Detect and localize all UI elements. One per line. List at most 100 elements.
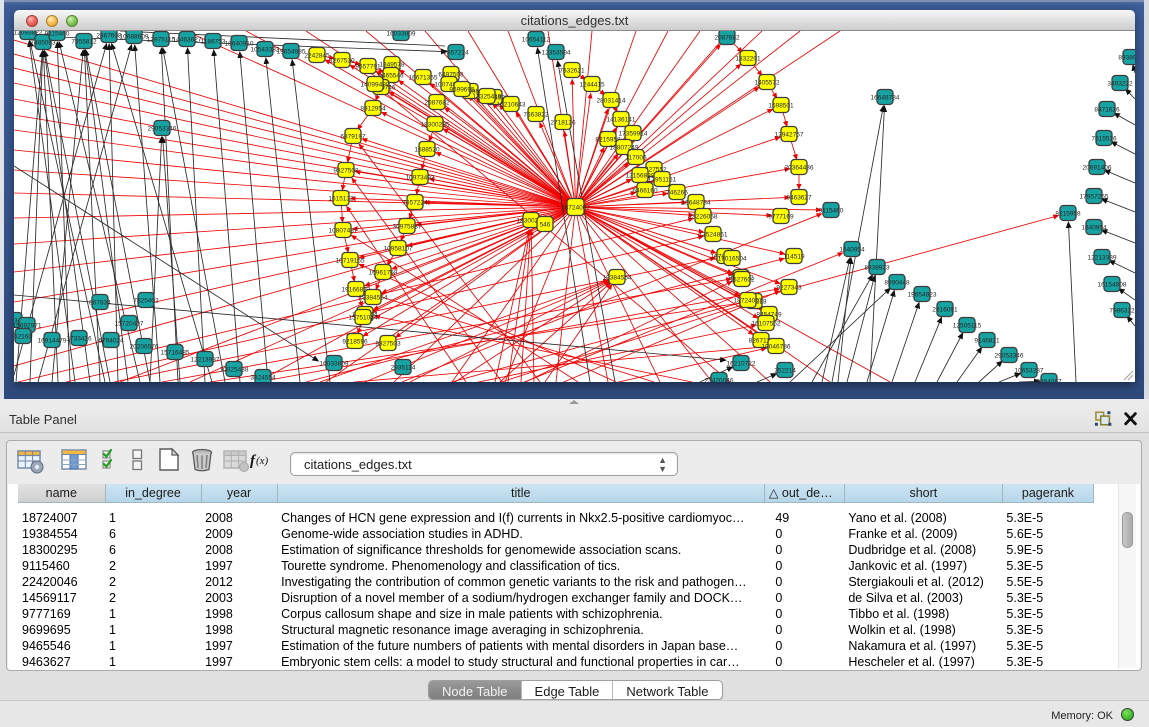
svg-text:8938923: 8938923	[864, 265, 890, 272]
svg-text:10025438: 10025438	[220, 367, 249, 374]
svg-text:9777169: 9777169	[768, 214, 794, 221]
svg-text:1640954: 1640954	[839, 247, 865, 254]
svg-text:16648784: 16648784	[682, 200, 711, 207]
svg-text:16033809: 16033809	[387, 31, 416, 38]
svg-text:13226058: 13226058	[689, 214, 718, 221]
svg-text:10958107: 10958107	[384, 246, 413, 253]
svg-text:7986322: 7986322	[1109, 308, 1135, 315]
svg-text:1615132: 1615132	[328, 196, 354, 203]
svg-text:1640954: 1640954	[1081, 225, 1107, 232]
svg-text:546: 546	[540, 222, 551, 229]
svg-text:1527602: 1527602	[729, 277, 755, 284]
svg-text:8471626: 8471626	[1094, 107, 1120, 114]
svg-text:3824554: 3824554	[250, 375, 276, 382]
svg-text:16107552: 16107552	[752, 321, 781, 328]
svg-text:1244415: 1244415	[579, 82, 605, 89]
svg-text:7955812: 7955812	[71, 39, 97, 46]
svg-text:20206576: 20206576	[130, 344, 159, 351]
svg-text:10807487: 10807487	[329, 228, 358, 235]
svg-text:17957255: 17957255	[1080, 194, 1109, 201]
svg-text:2718126: 2718126	[550, 120, 576, 127]
svg-text:867834: 867834	[89, 300, 111, 307]
svg-text:7857224: 7857224	[443, 50, 469, 57]
svg-text:7515526: 7515526	[1091, 136, 1117, 143]
svg-text:1598501: 1598501	[768, 103, 794, 110]
svg-text:9227343: 9227343	[776, 285, 802, 292]
svg-text:9327503: 9327503	[375, 341, 401, 348]
svg-text:2087682: 2087682	[714, 35, 740, 42]
svg-text:2935114: 2935114	[391, 365, 416, 372]
svg-text:16914479: 16914479	[38, 338, 67, 345]
svg-text:10688609: 10688609	[120, 34, 149, 41]
svg-text:29053346: 29053346	[995, 353, 1024, 360]
svg-text:7625402: 7625402	[133, 298, 159, 305]
svg-text:12942757: 12942757	[775, 132, 804, 139]
svg-text:8990448: 8990448	[884, 280, 910, 287]
svg-text:(x): (x)	[256, 455, 269, 467]
svg-text:16671355: 16671355	[409, 75, 438, 82]
svg-text:2616091: 2616091	[932, 307, 958, 314]
svg-text:2242845: 2242845	[304, 53, 330, 60]
svg-text:16210643: 16210643	[497, 102, 526, 109]
svg-text:114519: 114519	[783, 254, 805, 261]
svg-text:2867608: 2867608	[96, 33, 122, 40]
svg-text:12353594: 12353594	[542, 50, 571, 57]
svg-text:28031414: 28031414	[597, 98, 626, 105]
svg-text:746266: 746266	[666, 190, 688, 197]
svg-text:7857224: 7857224	[402, 200, 428, 207]
svg-text:18724007: 18724007	[734, 298, 763, 305]
svg-text:15716485: 15716485	[161, 350, 190, 357]
svg-text:19654985: 19654985	[277, 49, 306, 56]
svg-text:18724007: 18724007	[561, 205, 590, 212]
svg-text:9699695: 9699695	[449, 87, 475, 94]
svg-text:14136141: 14136141	[607, 117, 636, 124]
svg-text:252214: 252214	[774, 368, 796, 375]
svg-text:18640910: 18640910	[225, 41, 254, 48]
svg-text:16210722: 16210722	[727, 361, 756, 368]
svg-text:12213389: 12213389	[1088, 255, 1117, 262]
svg-text:13325419: 13325419	[473, 94, 502, 101]
svg-text:8938923: 8938923	[1118, 55, 1135, 62]
svg-text:117006: 117006	[625, 155, 647, 162]
svg-text:10719155: 10719155	[336, 258, 365, 265]
svg-text:8912954: 8912954	[360, 106, 386, 113]
svg-text:10654112: 10654112	[522, 37, 551, 44]
svg-text:16154808: 16154808	[1098, 282, 1127, 289]
svg-text:6879197: 6879197	[340, 134, 366, 141]
svg-text:17016504: 17016504	[718, 256, 747, 263]
svg-text:16033809: 16033809	[320, 361, 349, 368]
svg-text:10543382: 10543382	[251, 47, 280, 54]
svg-text:29053346: 29053346	[148, 126, 177, 133]
svg-text:10653287: 10653287	[1015, 368, 1044, 375]
svg-text:62160: 62160	[14, 334, 32, 341]
svg-text:6794024: 6794024	[98, 338, 124, 345]
svg-text:12213987: 12213987	[191, 357, 220, 364]
svg-text:20691406: 20691406	[1083, 165, 1112, 172]
svg-text:10046786: 10046786	[762, 344, 791, 351]
svg-text:9115460: 9115460	[819, 208, 844, 215]
svg-text:14099489: 14099489	[361, 82, 390, 89]
svg-text:1733426: 1733426	[66, 336, 92, 343]
svg-text:1588520: 1588520	[414, 147, 440, 154]
svg-text:9327508: 9327508	[333, 168, 359, 175]
svg-text:30975887: 30975887	[393, 224, 422, 231]
svg-text:19384554: 19384554	[603, 275, 632, 282]
svg-text:9884067: 9884067	[1036, 379, 1062, 383]
svg-text:20364436: 20364436	[785, 165, 814, 172]
svg-text:16961758: 16961758	[369, 270, 398, 277]
svg-text:9657791: 9657791	[355, 64, 381, 71]
svg-text:14463627: 14463627	[173, 37, 202, 44]
svg-text:1186753: 1186753	[201, 39, 226, 46]
svg-text:2087682: 2087682	[424, 100, 450, 107]
svg-text:15751074: 15751074	[349, 315, 378, 322]
svg-text:3493222: 3493222	[1107, 81, 1133, 88]
svg-text:7663822: 7663822	[523, 112, 549, 119]
svg-text:6466160: 6466160	[632, 188, 658, 195]
svg-text:13951151: 13951151	[648, 177, 677, 184]
svg-text:10973493: 10973493	[406, 175, 435, 182]
svg-text:12505115: 12505115	[953, 323, 982, 330]
svg-text:13524851: 13524851	[699, 232, 728, 239]
svg-text:23420046: 23420046	[705, 378, 734, 383]
svg-text:1405572: 1405572	[754, 80, 780, 87]
svg-text:17359914: 17359914	[619, 131, 648, 138]
